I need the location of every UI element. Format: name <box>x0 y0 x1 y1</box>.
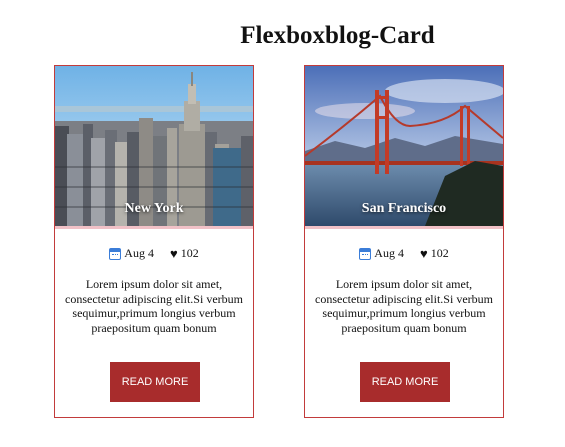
page-title: Flexboxblog-Card <box>240 22 435 49</box>
card-meta: Aug 4 ♥ 102 <box>55 246 253 261</box>
card-city-label: New York <box>124 201 184 216</box>
blog-card-san-francisco: San Francisco Aug 4 ♥ 102 Lorem ipsum do… <box>304 65 504 418</box>
card-date-text: Aug 4 <box>124 246 154 260</box>
page-header: Flexboxblog-Card <box>0 22 565 50</box>
read-more-button[interactable]: READ MORE <box>360 362 450 402</box>
card-description: Lorem ipsum dolor sit amet, consectetur … <box>65 277 243 335</box>
card-likes-count: 102 <box>180 246 199 260</box>
blog-card-new-york: New York Aug 4 ♥ 102 Lorem ipsum dolor s… <box>54 65 254 418</box>
card-image: San Francisco <box>305 66 503 229</box>
card-image: New York <box>55 66 253 229</box>
card-likes: ♥ 102 <box>420 246 449 261</box>
read-more-button[interactable]: READ MORE <box>110 362 200 402</box>
card-likes: ♥ 102 <box>170 246 199 261</box>
card-meta: Aug 4 ♥ 102 <box>305 246 503 261</box>
calendar-icon <box>359 247 372 260</box>
card-date: Aug 4 <box>359 246 404 261</box>
card-city-label: San Francisco <box>361 201 447 216</box>
card-date: Aug 4 <box>109 246 154 261</box>
card-likes-count: 102 <box>430 246 449 260</box>
card-date-text: Aug 4 <box>374 246 404 260</box>
card-description: Lorem ipsum dolor sit amet, consectetur … <box>315 277 493 335</box>
calendar-icon <box>109 247 122 260</box>
heart-icon: ♥ <box>169 245 178 261</box>
heart-icon: ♥ <box>419 245 428 261</box>
